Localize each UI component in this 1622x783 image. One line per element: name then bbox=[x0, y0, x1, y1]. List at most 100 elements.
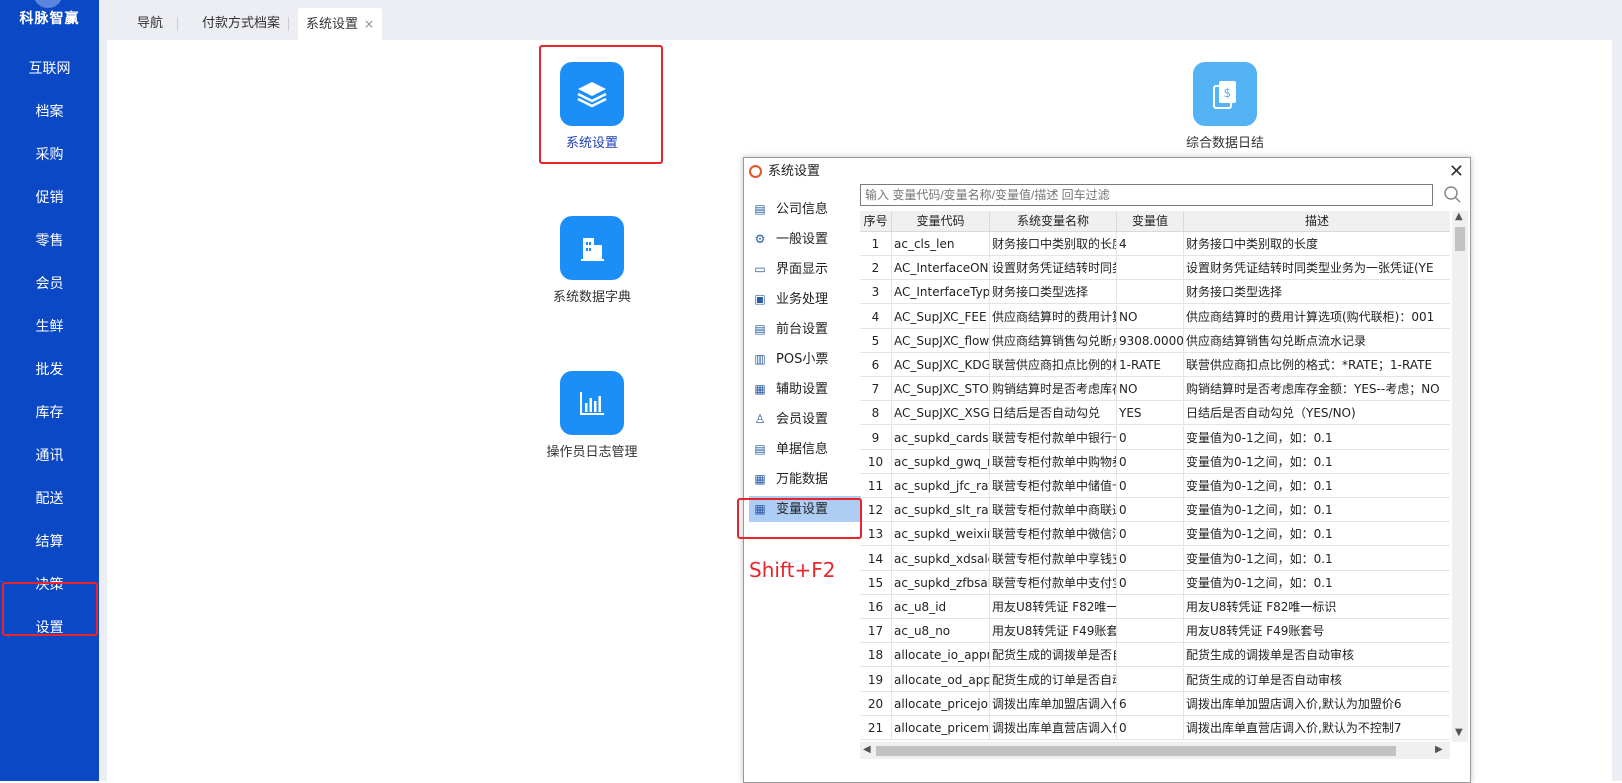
table-cell bbox=[1117, 619, 1184, 644]
tab-close-icon[interactable]: × bbox=[364, 17, 374, 31]
table-cell: 用友U8转凭证 F49账套号 bbox=[1186, 624, 1325, 639]
table-cell: 0 bbox=[1117, 449, 1184, 474]
table-cell: 调拨出库单直营店调入价,默认为不控制7 bbox=[1186, 721, 1402, 735]
table-cell: ac_u8_no bbox=[892, 619, 990, 644]
dialog-menu-item[interactable]: ▤ 前台设置 bbox=[749, 316, 861, 342]
sidebar-item[interactable]: 配送 bbox=[0, 480, 99, 518]
sidebar-item[interactable]: 零售 bbox=[0, 222, 99, 260]
table-row[interactable]: 6 AC_SupJXC_KDGS 联营供应商扣点比例的格 1-RATE 联营供应商扣点比… bbox=[860, 353, 1450, 377]
table-row[interactable]: 3 AC_InterfaceType 财务接口类型选择 财务接口类型选择 bbox=[860, 280, 1450, 305]
table-cell: NO bbox=[1117, 304, 1184, 329]
table-row[interactable]: 1 ac_cls_len 财务接口中类别取的长度 4 财务接口中类别取的长度 bbox=[860, 232, 1450, 256]
table-row[interactable]: 15 ac_supkd_zfbsale 联营专柜付款单中支付宝 0 变量值为0-1之间，… bbox=[860, 570, 1450, 595]
table-row[interactable]: 13ac_supkd_weixins联营专柜付款单中微信消0变量值为0-1之间，… bbox=[860, 522, 1450, 547]
briefcase-icon: ▣ bbox=[754, 292, 766, 306]
table-row[interactable]: 10 ac_supkd_gwq_ra 联营专柜付款单中购物券 0 变量值为0-1之间，如… bbox=[860, 449, 1450, 474]
table-cell: ac_supkd_jfc_rate bbox=[892, 474, 990, 498]
dialog-menu-label: 公司信息 bbox=[776, 202, 829, 217]
column-header[interactable]: 序号 bbox=[860, 211, 892, 231]
table-cell: 8 bbox=[860, 401, 892, 426]
table-row[interactable]: 19 allocate_od_appr 配货生成的订单是否自动 配货生成的订单是否自动… bbox=[860, 667, 1450, 692]
window-icon: ▤ bbox=[754, 322, 766, 336]
sidebar-item[interactable]: 结算 bbox=[0, 523, 99, 561]
table-header: 序号 变量代码 系统变量名称 变量值 描述 bbox=[860, 211, 1450, 232]
table-row[interactable]: 4 AC_SupJXC_FEE 供应商结算时的费用计算 NO 供应商结算时的费用计算选项… bbox=[860, 304, 1450, 329]
column-header[interactable]: 系统变量名称 bbox=[990, 211, 1117, 231]
dialog-menu-item[interactable]: ▦ 万能数据 bbox=[749, 466, 861, 492]
column-header[interactable]: 描述 bbox=[1184, 211, 1450, 231]
tile-operator-log[interactable]: 操作员日志管理 bbox=[527, 371, 657, 460]
table-cell: 设置财务凭证结转时同类型 bbox=[990, 256, 1117, 281]
dialog-menu-item[interactable]: ▭ 界面显示 bbox=[749, 256, 861, 282]
ticket-icon: ▥ bbox=[754, 352, 766, 366]
horizontal-scrollbar[interactable]: ◀ ▶ bbox=[860, 742, 1450, 759]
table-row[interactable]: 16 ac_u8_id 用友U8转凭证 F82唯一标 用友U8转凭证 F82唯一标识 bbox=[860, 595, 1450, 619]
table-row[interactable]: 2AC_InterfaceONE设置财务凭证结转时同类型 设置财务凭证结转时同类型… bbox=[860, 256, 1450, 281]
column-header[interactable]: 变量值 bbox=[1117, 211, 1184, 231]
table-row[interactable]: 12ac_supkd_slt_rate联营专柜付款单中商联通0变量值为0-1之间… bbox=[860, 498, 1450, 523]
table-cell: 财务接口中类别取的长度 bbox=[990, 232, 1117, 256]
table-row[interactable]: 17 ac_u8_no 用友U8转凭证 F49账套号 用友U8转凭证 F49账套号 bbox=[860, 619, 1450, 644]
table-row[interactable]: 9 ac_supkd_cardsal 联营专柜付款单中银行卡 0 变量值为0-1之间，如… bbox=[860, 425, 1450, 450]
tab-system-settings[interactable]: 系统设置 × bbox=[298, 8, 383, 40]
dialog-menu-item[interactable]: ▣ 业务处理 bbox=[749, 286, 861, 312]
sidebar-item[interactable]: 采购 bbox=[0, 136, 99, 174]
table-cell: ac_cls_len bbox=[892, 232, 990, 256]
table-cell: allocate_pricejo bbox=[892, 691, 990, 716]
table-cell: 9 bbox=[860, 425, 892, 450]
sidebar-item[interactable]: 库存 bbox=[0, 394, 99, 432]
dialog-menu-item[interactable]: ▦ 辅助设置 bbox=[749, 376, 861, 402]
table-cell: AC_SupJXC_KDGS bbox=[892, 353, 990, 377]
tile-data-dictionary[interactable]: 系统数据字典 bbox=[534, 216, 650, 305]
column-header[interactable]: 变量代码 bbox=[892, 211, 990, 231]
filter-input[interactable] bbox=[860, 184, 1433, 206]
table-cell: 调拨出库单直营店调入价 bbox=[990, 716, 1117, 740]
table-cell: AC_SupJXC_FEE bbox=[892, 304, 990, 329]
table-row[interactable]: 8 AC_SupJXC_XSGD 日结后是否自动勾兑 YES 日结后是否自动勾兑（YES… bbox=[860, 401, 1450, 426]
sidebar-item[interactable]: 互联网 bbox=[0, 50, 99, 88]
table-cell: 购销结算时是否考虑库存金额：YES--考虑；NO bbox=[1186, 382, 1440, 397]
scroll-right-icon[interactable]: ▶ bbox=[1435, 744, 1443, 755]
scroll-left-icon[interactable]: ◀ bbox=[863, 744, 871, 755]
tab-nav[interactable]: 导航 bbox=[129, 8, 171, 40]
table-row[interactable]: 18 allocate_io_apprc 配货生成的调拨单是否自 配货生成的调拨单是否… bbox=[860, 643, 1450, 668]
dialog-menu-item[interactable]: ⚙ 一般设置 bbox=[749, 226, 861, 252]
monitor-icon: ▭ bbox=[754, 262, 766, 276]
table-row[interactable]: 7 AC_SupJXC_STOC 购销结算时是否考虑库存 NO 购销结算时是否考虑库存金… bbox=[860, 377, 1450, 402]
table-row[interactable]: 14 ac_supkd_xdsale 联营专柜付款单中享钱支 0 变量值为0-1之间，如… bbox=[860, 546, 1450, 571]
table-cell: ac_supkd_gwq_ra bbox=[892, 449, 990, 474]
logo: 科脉智赢 bbox=[0, 0, 99, 30]
sidebar-item[interactable]: 批发 bbox=[0, 351, 99, 389]
table-cell: 17 bbox=[860, 619, 892, 644]
content-gutter-left bbox=[99, 40, 107, 781]
tile-daily-settlement[interactable]: $ 综合数据日结 bbox=[1165, 62, 1285, 151]
table-cell: 联营专柜付款单中享钱支 bbox=[990, 546, 1117, 571]
table-row[interactable]: 5 AC_SupJXC_flown 供应商结算销售勾兑断点 9308.0000 供应商结… bbox=[860, 328, 1450, 353]
tab-payment-methods[interactable]: 付款方式档案 bbox=[194, 8, 288, 40]
scroll-down-icon[interactable]: ▼ bbox=[1455, 727, 1463, 738]
scroll-thumb[interactable] bbox=[876, 746, 1396, 756]
sidebar-item[interactable]: 会员 bbox=[0, 265, 99, 303]
sidebar-item[interactable]: 档案 bbox=[0, 93, 99, 131]
table-cell: 财务接口类型选择 bbox=[1186, 285, 1283, 300]
search-icon[interactable] bbox=[1443, 185, 1463, 205]
dialog-menu-item[interactable]: ▥ POS小票 bbox=[749, 346, 861, 372]
dialog-menu-item[interactable]: ▤ 单据信息 bbox=[749, 436, 861, 462]
table-cell: 配货生成的调拨单是否自 bbox=[990, 643, 1117, 668]
scroll-up-icon[interactable]: ▲ bbox=[1455, 211, 1463, 222]
dialog-menu-item[interactable]: ♙ 会员设置 bbox=[749, 406, 861, 432]
table-cell: allocate_pricemy bbox=[892, 716, 990, 740]
close-icon[interactable]: ✕ bbox=[1449, 158, 1464, 186]
sidebar-item[interactable]: 通讯 bbox=[0, 437, 99, 475]
table-row[interactable]: 21 allocate_pricemy 调拨出库单直营店调入价 0 调拨出库单直营店调入… bbox=[860, 716, 1450, 740]
vertical-scrollbar[interactable]: ▲ ▼ bbox=[1452, 211, 1468, 742]
table-row[interactable]: 20 allocate_pricejo 调拨出库单加盟店调入价 6 调拨出库单加盟店调入… bbox=[860, 691, 1450, 716]
table-row[interactable]: 11 ac_supkd_jfc_rate 联营专柜付款单中储值卡 0 变量值为0-1之间… bbox=[860, 474, 1450, 498]
dialog-title: 系统设置 bbox=[768, 164, 821, 179]
scroll-thumb[interactable] bbox=[1455, 227, 1465, 251]
dialog-menu-item[interactable]: ▤ 公司信息 bbox=[749, 196, 861, 222]
sidebar-item[interactable]: 促销 bbox=[0, 179, 99, 217]
table-cell: 日结后是否自动勾兑 bbox=[990, 401, 1117, 426]
doc-icon: ▤ bbox=[754, 202, 766, 216]
sidebar-item[interactable]: 生鲜 bbox=[0, 308, 99, 346]
